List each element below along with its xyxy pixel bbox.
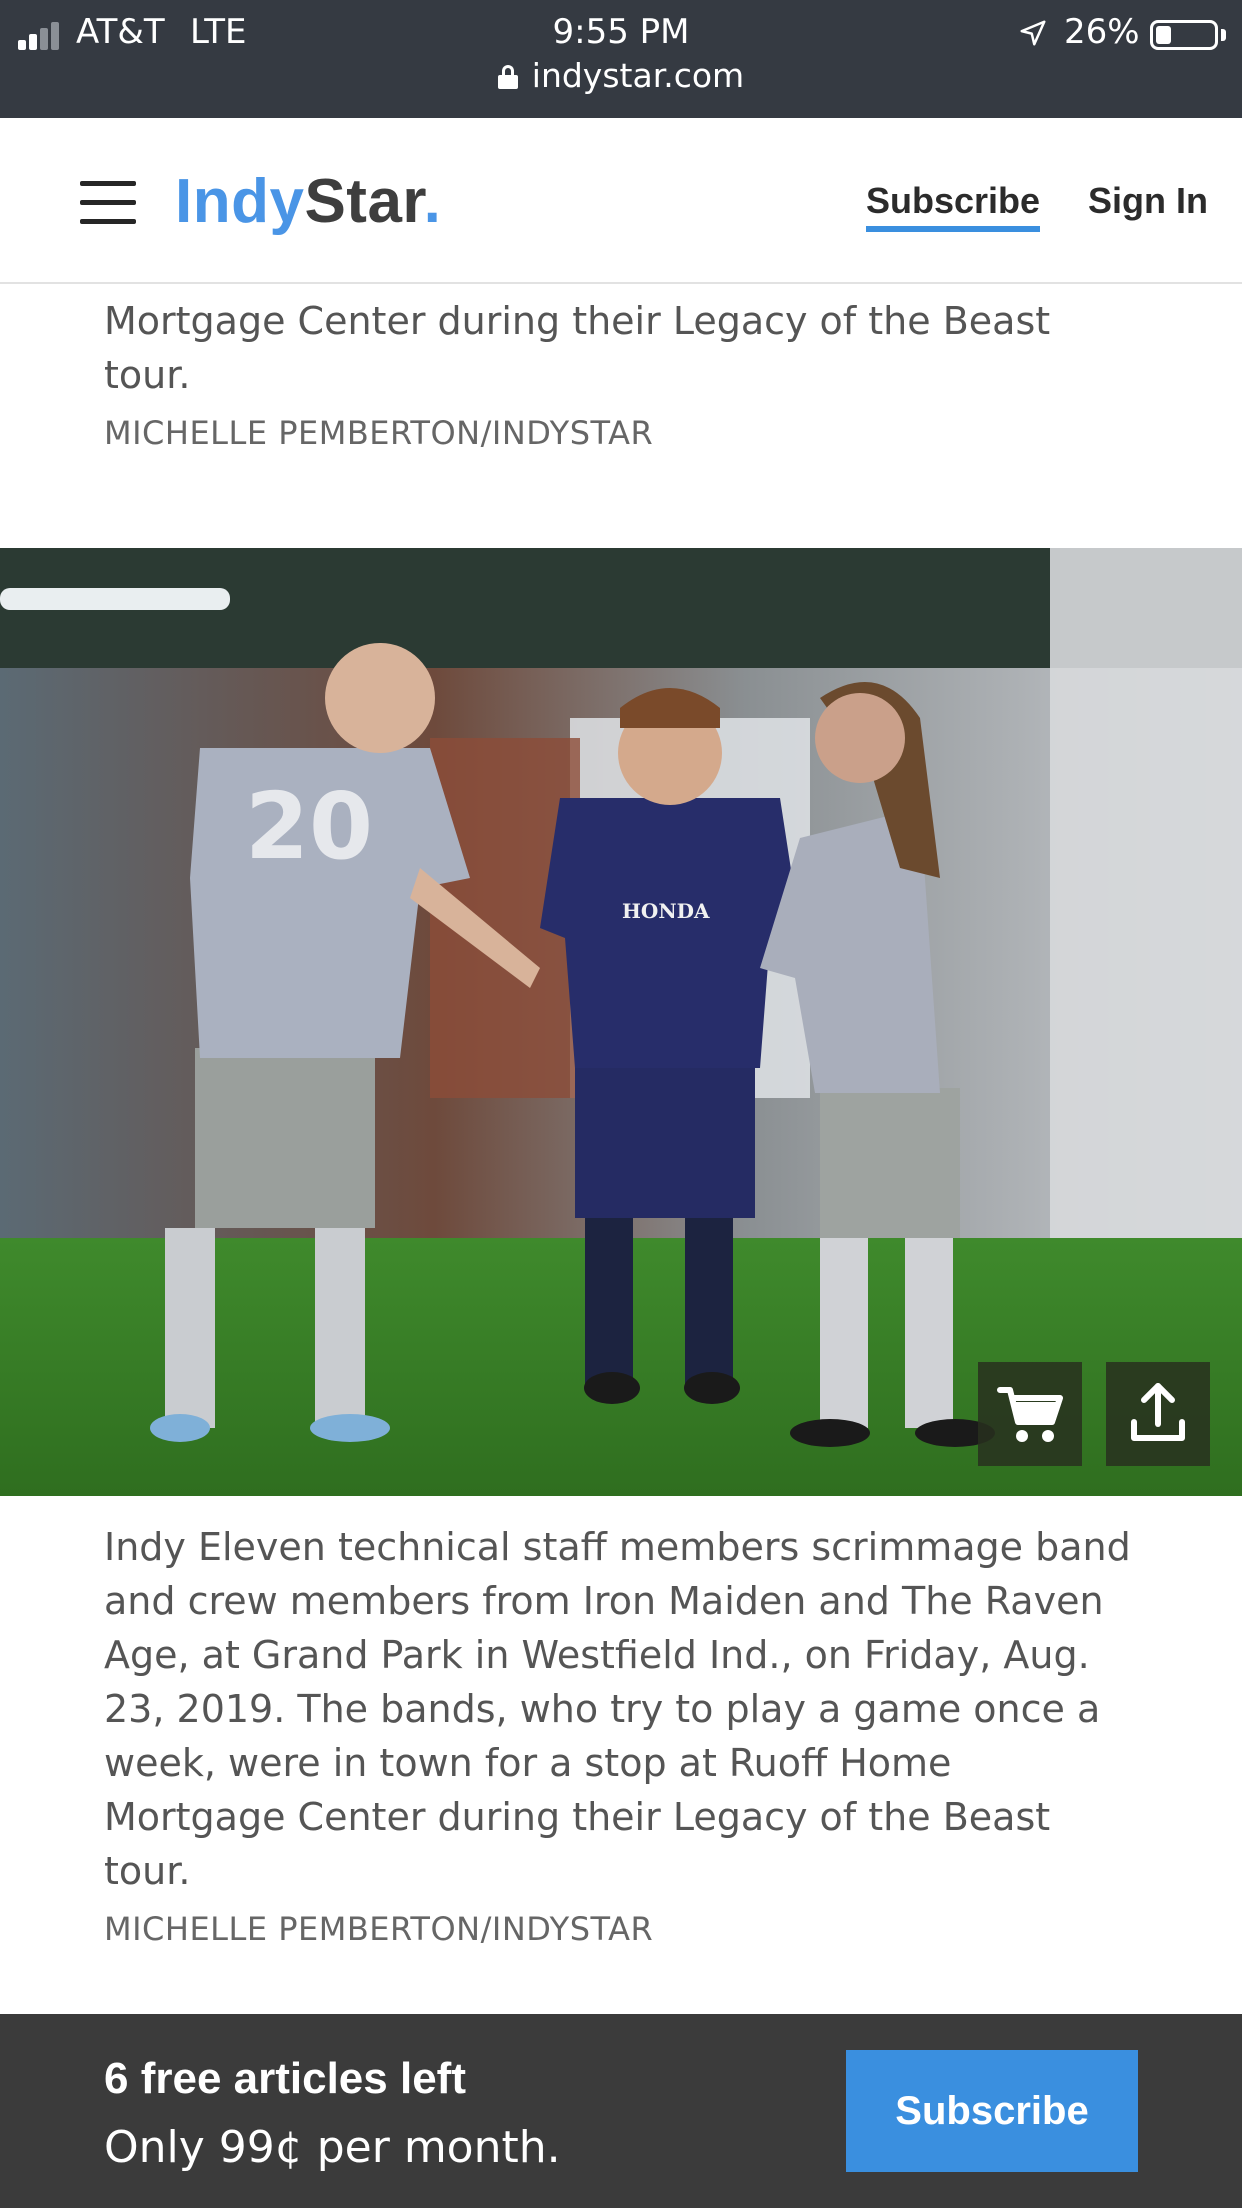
jersey-sponsor: HONDA (622, 899, 710, 923)
article-photo[interactable]: 20 HONDA (0, 548, 1242, 1496)
logo-dot: . (423, 167, 442, 236)
previous-photo-caption: Mortgage Center during their Legacy of t… (104, 299, 1051, 397)
jersey-number: 20 (245, 773, 373, 880)
location-arrow-icon (1020, 20, 1046, 46)
share-photo-button[interactable] (1106, 1362, 1210, 1466)
logo-indy: Indy (175, 167, 305, 236)
lock-icon (497, 65, 518, 89)
address-bar[interactable]: indystar.com (0, 56, 1242, 102)
paywall-subscribe-button[interactable]: Subscribe (846, 2050, 1138, 2172)
header-subscribe-link[interactable]: Subscribe (866, 180, 1041, 232)
share-icon (1131, 1383, 1185, 1441)
photo-caption: Indy Eleven technical staff members scri… (104, 1525, 1131, 1893)
status-bar: AT&T LTE 9:55 PM 26% indystar.com (0, 0, 1242, 118)
indystar-logo[interactable]: IndyStar. (175, 166, 441, 237)
free-articles-count: 6 free articles left (104, 2054, 466, 2103)
previous-photo-credit: MICHELLE PEMBERTON/INDYSTAR (104, 414, 654, 452)
battery-level (1156, 26, 1171, 44)
site-header: IndyStar. Subscribe Sign In (0, 118, 1242, 284)
paywall-banner: 6 free articles left Only 99¢ per month.… (0, 2014, 1242, 2208)
status-time: 9:55 PM (552, 12, 690, 52)
battery-percent: 26% (1064, 12, 1140, 52)
sign-in-link[interactable]: Sign In (1088, 180, 1208, 222)
photo-credit: MICHELLE PEMBERTON/INDYSTAR (104, 1910, 654, 1948)
battery-icon (1150, 20, 1218, 50)
url-text: indystar.com (531, 56, 745, 95)
status-row: AT&T LTE 9:55 PM 26% (0, 6, 1242, 58)
price-text: Only 99¢ per month. (104, 2122, 561, 2173)
logo-star: Star (304, 167, 424, 236)
soccer-players-photo: 20 HONDA (0, 548, 1242, 1496)
buy-photo-button[interactable] (978, 1362, 1082, 1466)
menu-icon[interactable] (80, 181, 136, 225)
cart-icon (997, 1387, 1063, 1442)
battery-nub (1221, 29, 1226, 41)
